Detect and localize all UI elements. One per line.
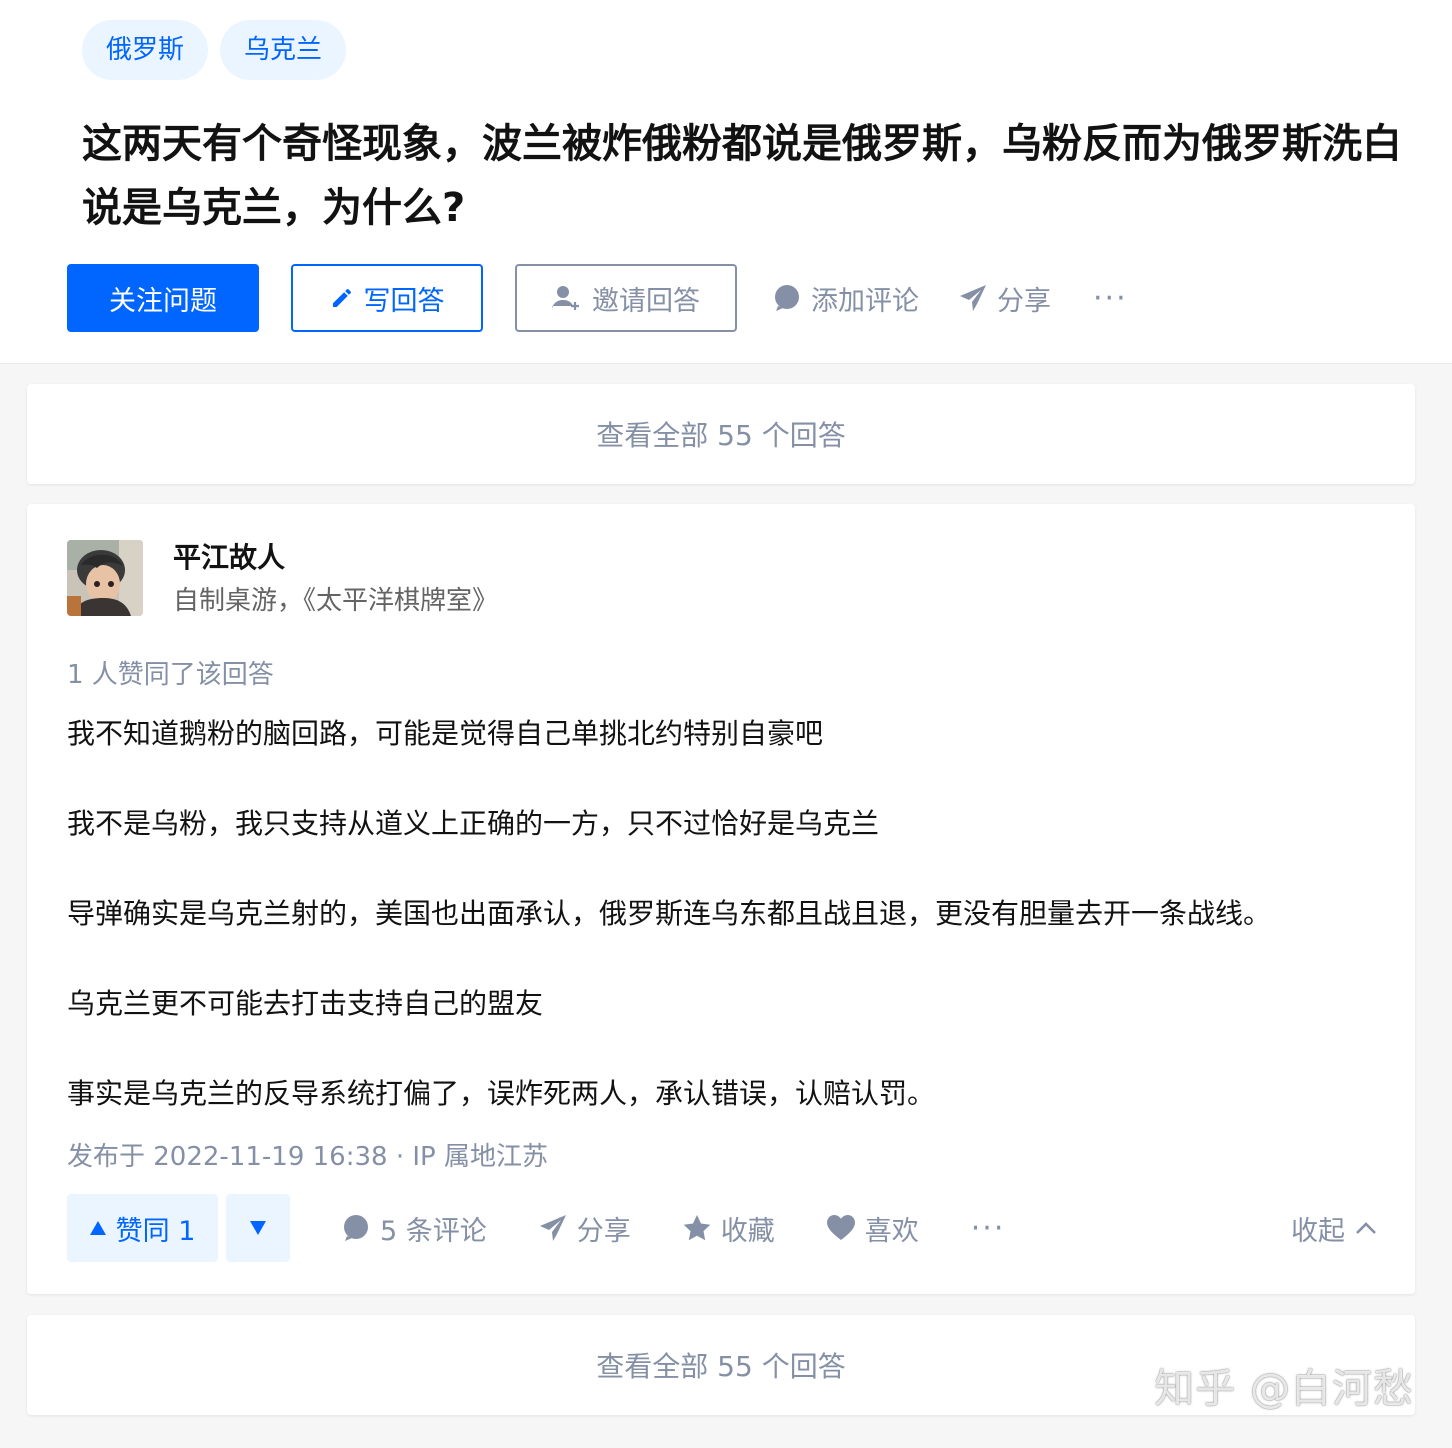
- topic-tag-russia[interactable]: 俄罗斯: [82, 20, 209, 80]
- star-icon: [683, 1214, 711, 1242]
- triangle-down-icon: [250, 1221, 266, 1235]
- share-question-label: 分享: [997, 285, 1051, 317]
- vote-up-label: 赞同 1: [115, 1215, 196, 1247]
- follow-question-button[interactable]: 关注问题: [67, 264, 259, 332]
- comments-label: 5 条评论: [380, 1215, 487, 1247]
- zhihu-watermark: 知乎 @白河愁: [1154, 1366, 1414, 1412]
- question-actions: 关注问题 写回答 邀请回答 添加评论 分享 ···: [67, 264, 1128, 332]
- answer-paragraph: 导弹确实是乌克兰射的，美国也出面承认，俄罗斯连乌东都且战且退，更没有胆量去开一条…: [67, 897, 1272, 930]
- chevron-up-icon: [1355, 1221, 1377, 1235]
- author-name[interactable]: 平江故人: [173, 536, 285, 576]
- answer-content: 我不知道鹅粉的脑回路，可能是觉得自己单挑北约特别自豪吧 我不是乌粉，我只支持从道…: [67, 714, 1387, 1164]
- share-answer-label: 分享: [576, 1215, 631, 1247]
- pencil-icon: [330, 286, 354, 310]
- invite-answer-button[interactable]: 邀请回答: [515, 264, 737, 332]
- comment-bubble-icon: [342, 1214, 370, 1242]
- comments-button[interactable]: 5 条评论: [342, 1209, 487, 1248]
- like-label: 喜欢: [864, 1215, 919, 1247]
- triangle-up-icon: [89, 1221, 106, 1235]
- voters-count[interactable]: 1 人赞同了该回答: [67, 654, 274, 691]
- answer-paragraph: 事实是乌克兰的反导系统打偏了，误炸死两人，承认错误，认赔认罚。: [67, 1077, 936, 1110]
- answer-paragraph: 我不知道鹅粉的脑回路，可能是觉得自己单挑北约特别自豪吧: [67, 717, 824, 750]
- vote-up-button[interactable]: 赞同 1: [67, 1194, 218, 1262]
- collect-label: 收藏: [720, 1215, 775, 1247]
- share-answer-button[interactable]: 分享: [539, 1209, 631, 1248]
- answer-actions: 赞同 1 5 条评论 分享 收藏 喜欢 ··· 收起: [67, 1194, 1377, 1262]
- question-header: 俄罗斯 乌克兰 这两天有个奇怪现象，波兰被炸俄粉都说是俄罗斯，乌粉反而为俄罗斯洗…: [0, 0, 1452, 364]
- answer-paragraph: 我不是乌粉，我只支持从道义上正确的一方，只不过恰好是乌克兰: [67, 807, 880, 840]
- follow-question-label: 关注问题: [109, 285, 217, 317]
- write-answer-button[interactable]: 写回答: [291, 264, 483, 332]
- paper-plane-icon: [959, 284, 987, 312]
- collapse-button[interactable]: 收起: [1291, 1209, 1377, 1248]
- add-user-icon: [552, 284, 582, 312]
- topic-list: 俄罗斯 乌克兰: [82, 20, 347, 80]
- add-comment-button[interactable]: 添加评论: [773, 279, 919, 318]
- comment-bubble-icon: [773, 284, 801, 312]
- topic-tag-ukraine[interactable]: 乌克兰: [220, 20, 347, 80]
- answer-card: 平江故人 自制桌游，《太平洋棋牌室》 1 人赞同了该回答 我不知道鹅粉的脑回路，…: [27, 504, 1415, 1294]
- add-comment-label: 添加评论: [811, 285, 919, 317]
- question-title[interactable]: 这两天有个奇怪现象，波兰被炸俄粉都说是俄罗斯，乌粉反而为俄罗斯洗白说是乌克兰，为…: [82, 112, 1412, 240]
- collect-button[interactable]: 收藏: [683, 1209, 775, 1248]
- view-all-answers-card-top: 查看全部 55 个回答: [27, 384, 1415, 484]
- like-button[interactable]: 喜欢: [826, 1209, 919, 1248]
- more-options-button[interactable]: ···: [971, 1211, 1006, 1246]
- author-headline: 自制桌游，《太平洋棋牌室》: [173, 586, 499, 616]
- view-all-answers-link[interactable]: 查看全部 55 个回答: [27, 384, 1415, 484]
- invite-answer-label: 邀请回答: [592, 285, 700, 317]
- more-options-button[interactable]: ···: [1093, 281, 1128, 316]
- answer-paragraph: 乌克兰更不可能去打击支持自己的盟友: [67, 987, 544, 1020]
- share-question-button[interactable]: 分享: [959, 279, 1051, 318]
- write-answer-label: 写回答: [363, 285, 445, 317]
- avatar[interactable]: [67, 540, 143, 616]
- heart-icon: [826, 1215, 855, 1241]
- publish-meta[interactable]: 发布于 2022-11-19 16:38 · IP 属地江苏: [67, 1136, 548, 1173]
- paper-plane-icon: [539, 1214, 567, 1242]
- collapse-label: 收起: [1291, 1215, 1345, 1247]
- vote-down-button[interactable]: [226, 1194, 290, 1262]
